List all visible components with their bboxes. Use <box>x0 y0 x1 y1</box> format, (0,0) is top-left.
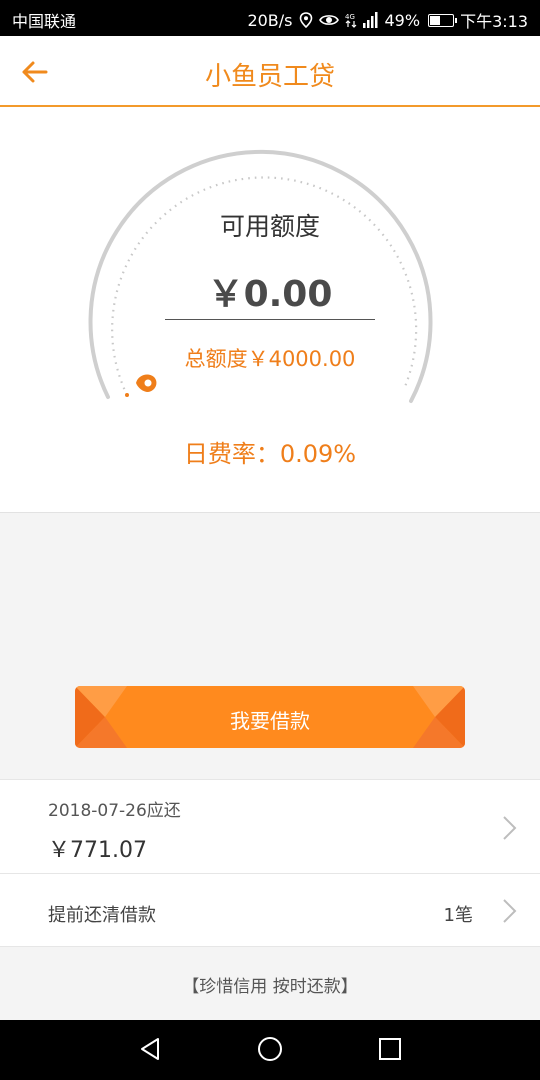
battery-icon <box>428 13 458 27</box>
slogan-text: 【珍惜信用 按时还款】 <box>182 977 358 997</box>
credit-gauge-card: 可用额度 ￥0.00 总额度￥4000.00 日费率：0.09% <box>0 107 540 513</box>
nav-recents-icon[interactable] <box>375 1034 405 1064</box>
daily-rate: 日费率：0.09% <box>183 440 357 468</box>
chevron-right-icon <box>503 816 517 840</box>
repayment-due-row[interactable]: 2018-07-26应还 ￥771.07 <box>0 779 540 874</box>
clock: 下午3:13 <box>460 12 528 31</box>
gauge-pointer <box>125 374 157 397</box>
due-date-text: 2018-07-26应还 <box>48 801 181 821</box>
borrow-button-label: 我要借款 <box>230 709 310 733</box>
signal-icon <box>362 12 377 28</box>
due-amount: ￥771.07 <box>48 838 147 863</box>
network-speed: 20B/s <box>247 10 293 30</box>
prepay-label: 提前还清借款 <box>48 905 156 926</box>
eye-icon <box>318 15 339 25</box>
nav-home-icon[interactable] <box>255 1034 285 1064</box>
page-title: 小鱼员工贷 <box>204 62 335 92</box>
battery-percent: 49% <box>384 10 421 30</box>
available-credit-amount: ￥0.00 <box>207 274 333 315</box>
chevron-right-icon <box>503 899 517 923</box>
status-bar: 中国联通 20B/s 4G 49% 下午3:13 <box>0 0 540 36</box>
available-credit-label: 可用额度 <box>219 212 320 241</box>
4g-icon: 4G <box>345 13 356 28</box>
carrier-name: 中国联通 <box>12 12 77 31</box>
prepay-row[interactable]: 提前还清借款 1笔 <box>0 874 540 947</box>
system-nav-bar <box>0 1020 540 1080</box>
loan-count: 1笔 <box>443 905 473 926</box>
nav-back-icon[interactable] <box>136 1034 166 1064</box>
amount-divider <box>165 319 375 320</box>
status-right: 20B/s 4G 49% 下午3:13 <box>247 8 528 32</box>
total-credit: 总额度￥4000.00 <box>184 347 356 371</box>
borrow-button[interactable]: 我要借款 <box>75 686 465 748</box>
location-icon <box>299 12 312 28</box>
svg-text:4G: 4G <box>345 13 355 21</box>
header-bar: 小鱼员工贷 <box>0 36 540 107</box>
